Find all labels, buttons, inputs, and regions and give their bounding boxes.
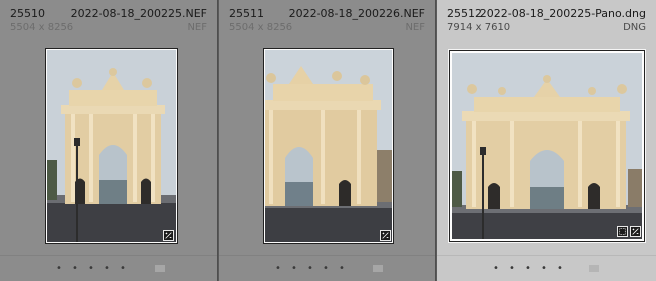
- rating-dot[interactable]: •: [323, 264, 339, 274]
- thumbnail-frame[interactable]: [449, 50, 645, 242]
- cell-dimensions: 5504 x 8256: [10, 22, 74, 33]
- cell-dimensions: 7914 x 7610: [447, 22, 511, 33]
- grid-cell-25510[interactable]: 25510 2022-08-18_200225.NEF 5504 x 8256 …: [0, 0, 218, 281]
- cell-filename: 2022-08-18_200226.NEF: [288, 7, 425, 20]
- cell-index: 25510: [10, 7, 45, 20]
- thumbnail-frame[interactable]: [45, 48, 178, 244]
- cell-filetype: DNG: [623, 22, 646, 33]
- rating-dot[interactable]: •: [56, 264, 72, 274]
- rating-dot[interactable]: •: [541, 264, 557, 274]
- rating-dot[interactable]: •: [72, 264, 88, 274]
- cell-filename: 2022-08-18_200225.NEF: [70, 7, 207, 20]
- rating-dot[interactable]: •: [88, 264, 104, 274]
- thumbnail-image[interactable]: [452, 53, 642, 239]
- develop-adjusted-icon[interactable]: [163, 230, 174, 241]
- rating-dot[interactable]: •: [509, 264, 525, 274]
- cell-header: 25511 2022-08-18_200226.NEF 5504 x 8256 …: [219, 0, 435, 40]
- grid-cell-25511[interactable]: 25511 2022-08-18_200226.NEF 5504 x 8256 …: [219, 0, 436, 281]
- rating-dot[interactable]: •: [104, 264, 120, 274]
- library-grid: 25510 2022-08-18_200225.NEF 5504 x 8256 …: [0, 0, 656, 281]
- cell-index: 25511: [229, 7, 264, 20]
- develop-adjusted-icon[interactable]: [630, 226, 641, 237]
- thumbnail-image[interactable]: [47, 50, 176, 242]
- cell-index: 25512: [447, 7, 482, 20]
- thumbnail-frame[interactable]: [263, 48, 394, 244]
- rating-dot[interactable]: •: [275, 264, 291, 274]
- develop-adjusted-icon[interactable]: [380, 230, 391, 241]
- cell-footer: • • • • •: [0, 255, 217, 281]
- color-label-icon[interactable]: [155, 265, 165, 272]
- rating-dot[interactable]: •: [557, 264, 573, 274]
- rating-dot[interactable]: •: [525, 264, 541, 274]
- rating-dot[interactable]: •: [291, 264, 307, 274]
- cell-footer: • • • • •: [437, 255, 656, 281]
- rating-dots[interactable]: • • • • •: [56, 264, 136, 274]
- rating-dot[interactable]: •: [307, 264, 323, 274]
- cell-header: 25512 2022-08-18_200225-Pano.dng 7914 x …: [437, 0, 656, 40]
- rating-dot[interactable]: •: [493, 264, 509, 274]
- cell-footer: • • • • •: [219, 255, 435, 281]
- rating-dot[interactable]: •: [120, 264, 136, 274]
- color-label-icon[interactable]: [373, 265, 383, 272]
- cell-filename: 2022-08-18_200225-Pano.dng: [479, 7, 646, 20]
- cell-filetype: NEF: [187, 22, 207, 33]
- rating-dots[interactable]: • • • • •: [493, 264, 573, 274]
- cell-dimensions: 5504 x 8256: [229, 22, 293, 33]
- rating-dots[interactable]: • • • • •: [275, 264, 355, 274]
- cell-header: 25510 2022-08-18_200225.NEF 5504 x 8256 …: [0, 0, 217, 40]
- cell-filetype: NEF: [405, 22, 425, 33]
- thumbnail-image[interactable]: [265, 50, 392, 242]
- crop-icon[interactable]: [617, 226, 628, 237]
- color-label-icon[interactable]: [589, 265, 599, 272]
- rating-dot[interactable]: •: [339, 264, 355, 274]
- grid-cell-25512[interactable]: 25512 2022-08-18_200225-Pano.dng 7914 x …: [437, 0, 656, 281]
